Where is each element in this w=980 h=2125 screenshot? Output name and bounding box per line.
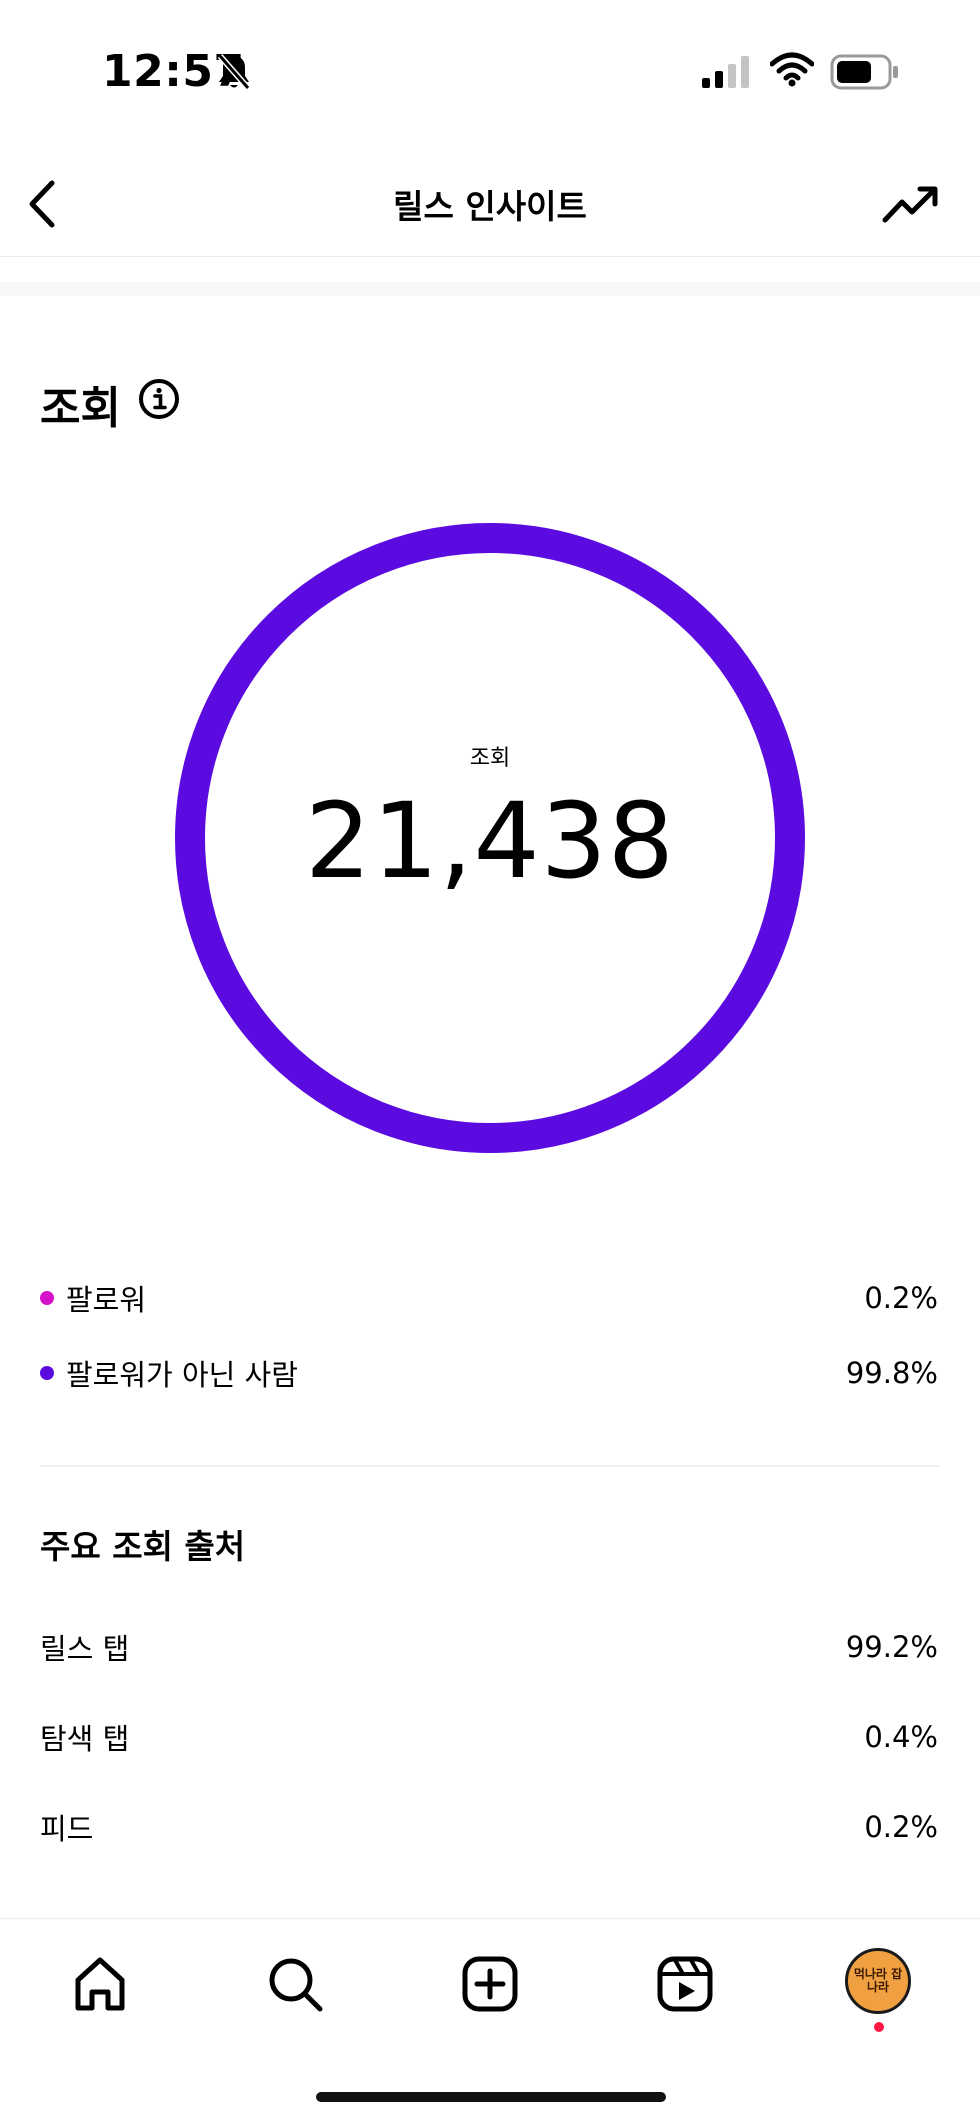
- nav-divider: [0, 1918, 980, 1919]
- signal-icon: [702, 56, 752, 92]
- search-icon: [269, 1958, 323, 2012]
- bell-slash-icon: [216, 52, 252, 96]
- source-value: 0.4%: [864, 1720, 938, 1754]
- avatar-text: 먹나라 잡나라: [853, 1967, 903, 1994]
- followers-dot: [40, 1291, 54, 1305]
- ring-label: 조회: [469, 746, 511, 771]
- home-indicator: [316, 2092, 666, 2102]
- source-label: 탐색 탭: [40, 1722, 130, 1756]
- create-icon: [462, 1956, 518, 2012]
- section-divider: [40, 1465, 940, 1467]
- breakdown-label: 팔로워가 아닌 사람: [66, 1358, 298, 1392]
- info-icon[interactable]: [138, 378, 180, 424]
- wifi-icon: [769, 52, 815, 92]
- home-icon: [75, 1957, 125, 2011]
- source-value: 99.2%: [845, 1630, 938, 1664]
- section-band: [0, 282, 980, 296]
- profile-avatar[interactable]: 먹나라 잡나라: [845, 1948, 911, 2014]
- breakdown-value: 0.2%: [864, 1281, 938, 1315]
- source-label: 피드: [40, 1812, 94, 1846]
- breakdown-label: 팔로워: [66, 1283, 147, 1317]
- breakdown-row-followers: 팔로워 0.2%: [40, 1273, 938, 1323]
- source-row-feed: 피드 0.2%: [40, 1802, 938, 1852]
- nav-home-button[interactable]: [60, 1944, 140, 2024]
- nav-search-button[interactable]: [255, 1944, 335, 2024]
- notification-dot: [874, 2022, 884, 2032]
- source-row-reels-tab: 릴스 탭 99.2%: [40, 1622, 938, 1672]
- battery-icon: [830, 54, 900, 94]
- non-followers-dot: [40, 1366, 54, 1380]
- nav-reels-button[interactable]: [645, 1944, 725, 2024]
- page-title: 릴스 인사이트: [393, 187, 587, 226]
- reels-icon: [657, 1956, 713, 2012]
- views-section-title: 조회: [40, 383, 121, 434]
- trending-up-icon[interactable]: [882, 182, 940, 230]
- source-value: 0.2%: [864, 1810, 938, 1844]
- header-divider: [0, 256, 980, 257]
- source-label: 릴스 탭: [40, 1632, 130, 1666]
- views-total: 21,438: [305, 780, 675, 902]
- top-sources-title: 주요 조회 출처: [40, 1527, 246, 1566]
- source-row-explore-tab: 탐색 탭 0.4%: [40, 1712, 938, 1762]
- breakdown-value: 99.8%: [845, 1356, 938, 1390]
- breakdown-row-non-followers: 팔로워가 아닌 사람 99.8%: [40, 1348, 938, 1398]
- nav-create-button[interactable]: [450, 1944, 530, 2024]
